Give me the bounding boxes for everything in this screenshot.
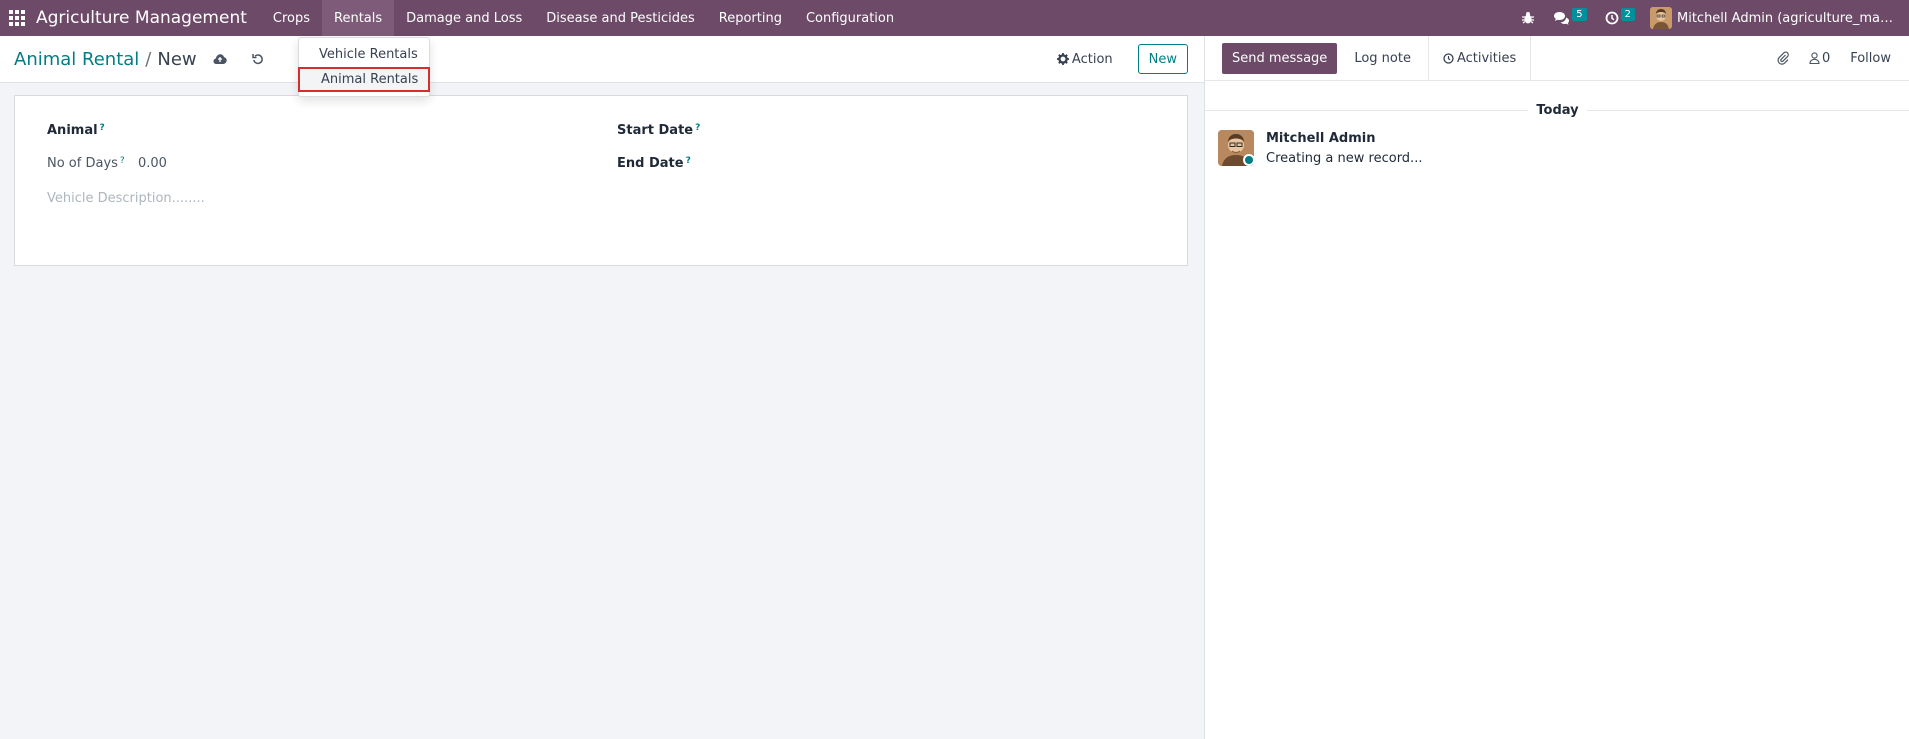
activity-clock-icon[interactable]: 2 <box>1605 7 1635 25</box>
dropdown-item-animal-rentals[interactable]: Animal Rentals <box>298 67 430 92</box>
send-message-button[interactable]: Send message <box>1222 42 1338 74</box>
dropdown-item-vehicle-rentals[interactable]: Vehicle Rentals <box>299 42 429 67</box>
date-separator: Today <box>1205 103 1909 118</box>
breadcrumb-separator: / <box>145 48 152 70</box>
user-menu[interactable]: Mitchell Admin (agriculture_managem... <box>1650 7 1901 29</box>
end-date-field-label: End Date? <box>617 156 691 171</box>
user-icon <box>1809 52 1820 64</box>
start-date-field-label: Start Date? <box>617 123 701 138</box>
rentals-dropdown-menu: Vehicle Rentals Animal Rentals <box>298 37 430 97</box>
message-body: Creating a new record... <box>1266 151 1423 166</box>
paperclip-icon[interactable] <box>1777 51 1789 65</box>
menu-configuration[interactable]: Configuration <box>794 0 906 36</box>
gear-icon <box>1056 53 1069 65</box>
app-menu-icon[interactable] <box>0 0 34 36</box>
follow-button[interactable]: Follow <box>1850 51 1891 66</box>
chatter-panel: Send message Log note Activities 0 Follo… <box>1204 35 1909 739</box>
chatter-topbar-right: 0 Follow <box>1757 51 1909 66</box>
menu-rentals[interactable]: Rentals <box>322 0 395 36</box>
systray: 5 2 Mitchell Admin (agriculture_managem.… <box>1512 0 1909 36</box>
activities-button[interactable]: Activities <box>1429 35 1532 81</box>
user-avatar <box>1650 7 1672 29</box>
form-sheet: Animal? No of Days? 0.00 Vehicle Descrip… <box>14 95 1188 266</box>
animal-field-label: Animal? <box>47 123 105 138</box>
debug-bug-icon[interactable] <box>1521 11 1535 25</box>
online-status-indicator <box>1243 154 1255 166</box>
followers-count: 0 <box>1821 50 1831 66</box>
message-author[interactable]: Mitchell Admin <box>1266 131 1375 146</box>
messages-count-badge: 5 <box>1572 7 1587 21</box>
activities-label: Activities <box>1456 50 1517 66</box>
menu-damage-and-loss[interactable]: Damage and Loss <box>394 0 534 36</box>
control-panel: Animal Rental / New Action New <box>0 36 1204 83</box>
top-navbar: Agriculture Management Crops Rentals Dam… <box>0 0 1909 36</box>
start-date-help-icon[interactable]: ? <box>695 123 700 133</box>
menu-disease-and-pesticides[interactable]: Disease and Pesticides <box>534 0 707 36</box>
chatter-topbar: Send message Log note Activities 0 Follo… <box>1205 35 1909 81</box>
messaging-chat-icon[interactable]: 5 <box>1553 7 1587 25</box>
save-cloud-icon[interactable] <box>213 53 227 65</box>
discard-undo-icon[interactable] <box>251 53 264 65</box>
followers-button[interactable]: 0 <box>1809 51 1830 66</box>
app-name[interactable]: Agriculture Management <box>34 8 261 28</box>
end-date-help-icon[interactable]: ? <box>686 156 691 166</box>
log-note-button[interactable]: Log note <box>1337 35 1429 81</box>
action-button[interactable]: Action <box>1056 51 1113 67</box>
breadcrumb-parent-link[interactable]: Animal Rental <box>14 49 139 70</box>
menu-crops[interactable]: Crops <box>261 0 322 36</box>
activities-count-badge: 2 <box>1620 7 1635 21</box>
clock-icon <box>1443 52 1454 64</box>
user-name: Mitchell Admin (agriculture_managem... <box>1677 10 1901 26</box>
no-of-days-field-label: No of Days? <box>47 156 125 171</box>
menu-reporting[interactable]: Reporting <box>707 0 794 36</box>
breadcrumb-current: New <box>157 48 197 70</box>
action-label: Action <box>1071 51 1113 67</box>
no-of-days-input[interactable]: 0.00 <box>138 156 167 171</box>
breadcrumb: Animal Rental / New <box>14 49 197 70</box>
animal-help-icon[interactable]: ? <box>100 123 105 133</box>
no-of-days-help-icon[interactable]: ? <box>120 156 125 166</box>
new-button[interactable]: New <box>1137 44 1188 74</box>
vehicle-description-field[interactable]: Vehicle Description........ <box>47 191 205 206</box>
